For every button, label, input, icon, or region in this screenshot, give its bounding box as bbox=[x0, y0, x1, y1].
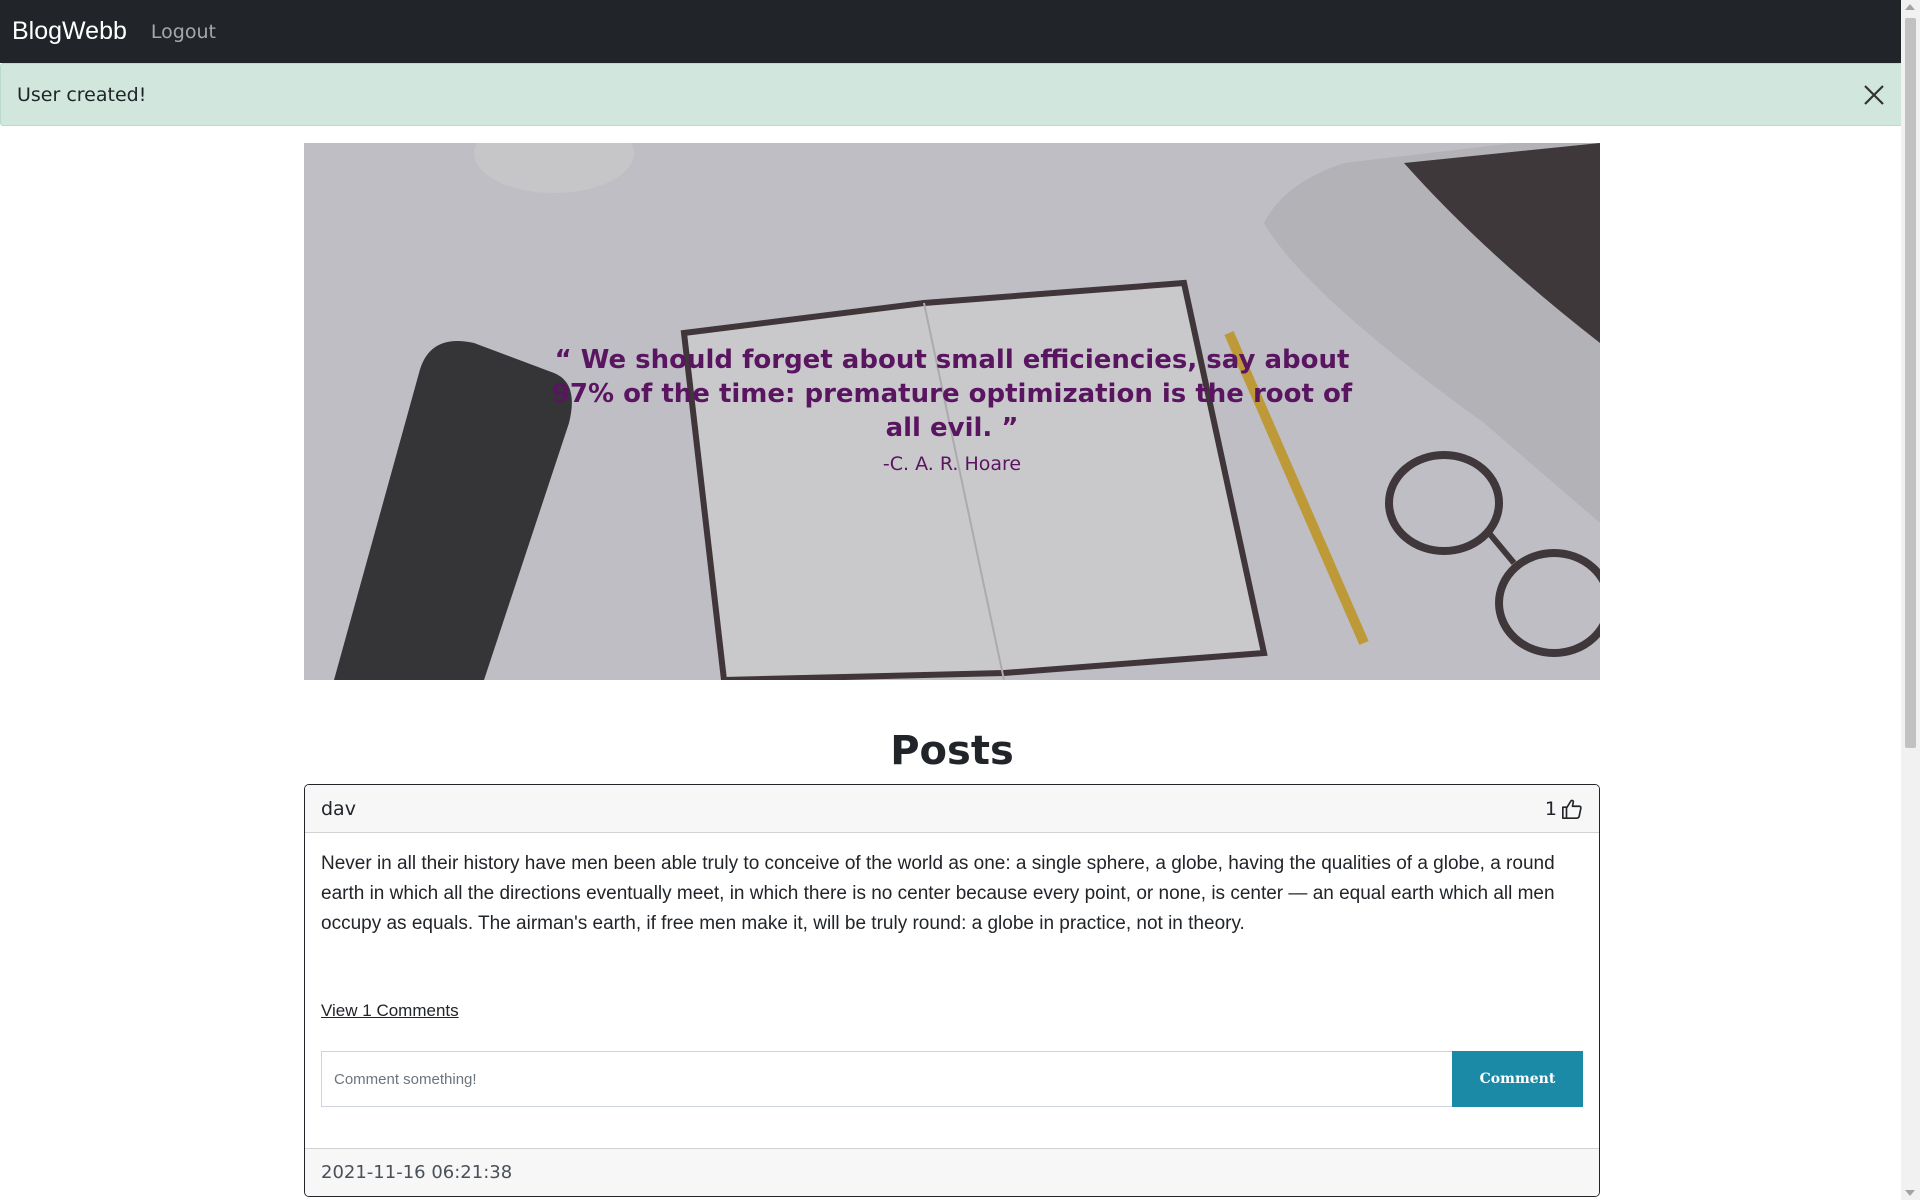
post-footer: 2021-11-16 06:21:38 bbox=[305, 1148, 1599, 1196]
top-navbar: BlogWebb Logout bbox=[0, 0, 1901, 63]
close-icon[interactable] bbox=[1860, 81, 1888, 109]
post-text: Never in all their history have men been… bbox=[321, 853, 1555, 934]
comment-button[interactable]: Comment bbox=[1452, 1051, 1583, 1107]
posts-heading: Posts bbox=[890, 728, 1014, 774]
logout-link[interactable]: Logout bbox=[151, 21, 216, 43]
view-comments-link[interactable]: View 1 Comments bbox=[321, 1001, 459, 1021]
post-card: dav 1 Never in all their history have me… bbox=[304, 784, 1600, 1197]
page-scrollbar[interactable] bbox=[1901, 0, 1920, 1200]
like-count: 1 bbox=[1544, 797, 1557, 820]
hero-quote: “ We should forget about small efficienc… bbox=[551, 345, 1353, 443]
alert-message: User created! bbox=[17, 83, 147, 106]
hero-banner: “ We should forget about small efficienc… bbox=[304, 143, 1600, 680]
post-header: dav 1 bbox=[305, 785, 1599, 833]
comment-form: Comment bbox=[321, 1051, 1583, 1107]
scroll-down-icon[interactable] bbox=[1905, 1190, 1915, 1196]
scroll-up-icon[interactable] bbox=[1905, 4, 1915, 10]
post-body: Never in all their history have men been… bbox=[305, 833, 1599, 1107]
quote-block: “ We should forget about small efficienc… bbox=[304, 343, 1600, 475]
success-alert: User created! bbox=[0, 63, 1903, 126]
quote-author: -C. A. R. Hoare bbox=[882, 453, 1022, 475]
comment-input[interactable] bbox=[321, 1051, 1452, 1107]
post-timestamp: 2021-11-16 06:21:38 bbox=[321, 1162, 513, 1183]
like-button[interactable]: 1 bbox=[1545, 798, 1583, 820]
brand-link[interactable]: BlogWebb bbox=[12, 17, 127, 46]
thumbs-up-icon[interactable] bbox=[1561, 798, 1583, 820]
scroll-thumb[interactable] bbox=[1905, 18, 1916, 748]
post-author: dav bbox=[321, 797, 356, 820]
